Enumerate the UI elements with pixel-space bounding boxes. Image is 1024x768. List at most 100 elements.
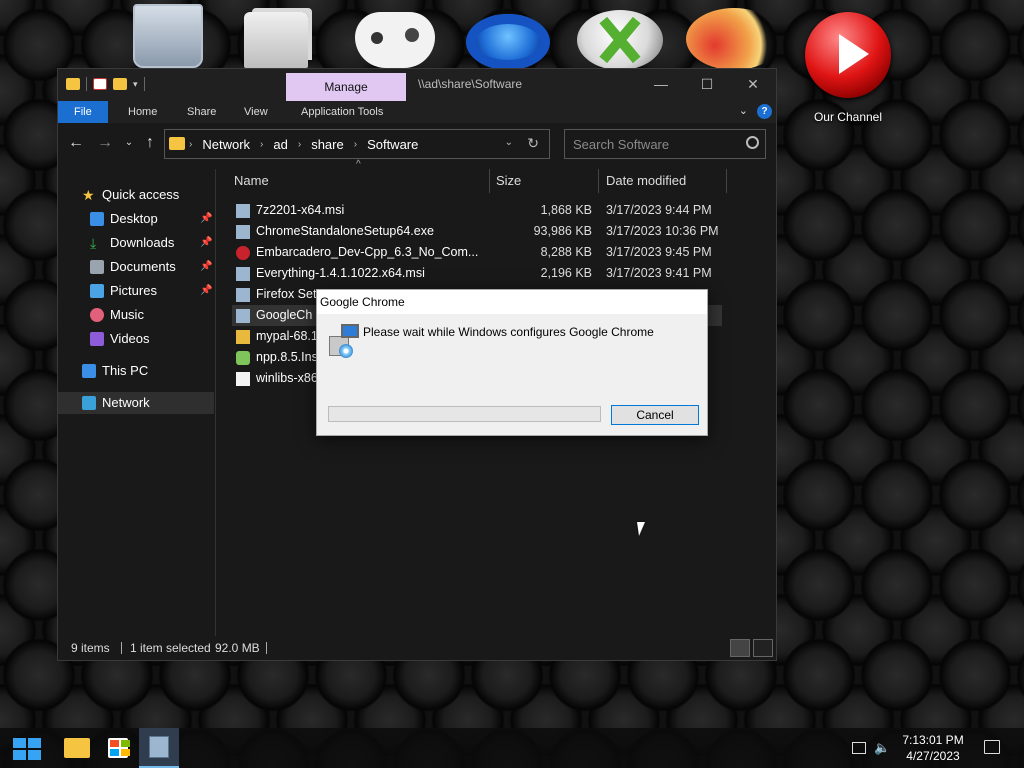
xbox-desktop-icon[interactable]	[570, 10, 670, 70]
xbox-controller-desktop-icon[interactable]	[350, 12, 440, 68]
taskbar: 🔈 7:13:01 PM 4/27/2023	[0, 728, 1024, 768]
phoenix-icon	[686, 8, 782, 70]
tab-home[interactable]: Home	[116, 101, 169, 123]
customize-toolbar-icon[interactable]: ▾	[133, 79, 138, 90]
manage-tab[interactable]: Manage	[286, 73, 406, 101]
file-name: Everything-1.4.1.1022.x64.msi	[256, 266, 425, 280]
column-divider[interactable]	[489, 169, 490, 193]
msi-icon	[236, 204, 250, 218]
quick-access-toolbar: ▾	[66, 77, 145, 91]
file-row[interactable]: Everything-1.4.1.1022.x64.msi 2,196 KB 3…	[232, 263, 722, 284]
window-title: \\ad\share\Software	[418, 77, 523, 91]
forward-arrow-icon[interactable]: →	[96, 133, 114, 153]
breadcrumb-separator-icon[interactable]: ›	[354, 139, 357, 150]
file-date: 3/17/2023 10:36 PM	[606, 224, 719, 238]
sidebar-item-label: Network	[102, 395, 150, 410]
back-arrow-icon[interactable]: ←	[67, 133, 85, 153]
breadcrumb-separator-icon[interactable]: ›	[298, 139, 301, 150]
documents-icon	[90, 260, 104, 274]
help-icon[interactable]: ?	[757, 104, 772, 119]
pin-icon[interactable]: 📌	[200, 280, 212, 302]
tab-application-tools[interactable]: Application Tools	[289, 101, 395, 123]
microsoft-store-taskbar-button[interactable]	[98, 728, 138, 768]
large-icons-view-icon[interactable]	[753, 639, 773, 657]
breadcrumb-network[interactable]: Network	[202, 137, 250, 152]
installer-taskbar-button[interactable]	[139, 728, 179, 768]
tab-view[interactable]: View	[232, 101, 280, 123]
mouse-cursor-icon	[637, 522, 655, 536]
system-clock[interactable]: 7:13:01 PM 4/27/2023	[892, 732, 974, 764]
toolbar-divider	[143, 77, 145, 91]
column-header-size[interactable]: Size	[496, 169, 521, 193]
file-row[interactable]: ChromeStandaloneSetup64.exe 93,986 KB 3/…	[232, 221, 722, 242]
sidebar-item-documents[interactable]: Documents 📌	[58, 256, 214, 278]
msi-icon	[236, 288, 250, 302]
column-divider[interactable]	[726, 169, 727, 193]
tab-share[interactable]: Share	[175, 101, 228, 123]
breadcrumb-share[interactable]: share	[311, 137, 344, 152]
properties-icon[interactable]	[93, 78, 107, 90]
sidebar-item-label: Downloads	[110, 235, 175, 250]
address-bar[interactable]: › Network › ad › share › Software ⌄ ↻	[164, 129, 550, 159]
breadcrumb-software[interactable]: Software	[367, 137, 418, 152]
column-divider[interactable]	[598, 169, 599, 193]
sidebar-item-music[interactable]: Music	[58, 304, 214, 326]
folders-icon	[244, 12, 308, 68]
sidebar-item-desktop[interactable]: Desktop 📌	[58, 208, 214, 230]
item-count: 9 items	[71, 641, 110, 655]
windows-logo-icon	[13, 738, 41, 760]
network-status-icon[interactable]	[852, 742, 866, 754]
start-button[interactable]	[0, 728, 54, 768]
file-icon	[236, 372, 250, 386]
breadcrumb-separator-icon[interactable]: ›	[260, 139, 263, 150]
file-explorer-taskbar-button[interactable]	[56, 728, 96, 768]
breadcrumb-ad[interactable]: ad	[273, 137, 287, 152]
status-bar: 9 items 1 item selected 92.0 MB	[58, 636, 776, 660]
phoenix-game-desktop-icon[interactable]	[684, 8, 784, 70]
volume-muted-icon[interactable]: 🔈	[874, 740, 890, 756]
expand-ribbon-chevron-icon[interactable]: ⌄	[739, 104, 748, 117]
minimize-button[interactable]: —	[638, 69, 684, 99]
maximize-button[interactable]: ☐	[684, 69, 730, 99]
installer-disc-shape	[339, 344, 353, 358]
new-folder-icon[interactable]	[113, 78, 127, 90]
cancel-button[interactable]: Cancel	[611, 405, 699, 425]
recycle-bin-icon	[133, 4, 203, 68]
tab-file[interactable]: File	[58, 101, 108, 123]
sidebar-item-downloads[interactable]: ⤓ Downloads 📌	[58, 232, 214, 254]
sidebar-item-this-pc[interactable]: This PC	[58, 360, 214, 382]
sidebar-item-pictures[interactable]: Pictures 📌	[58, 280, 214, 302]
sidebar-item-label: Quick access	[102, 187, 180, 202]
our-channel-desktop-icon[interactable]: Our Channel	[800, 12, 896, 124]
file-name: Embarcadero_Dev-Cpp_6.3_No_Com...	[256, 245, 479, 259]
notifications-icon[interactable]	[984, 740, 1000, 754]
search-input[interactable]	[565, 130, 765, 158]
sidebar-item-network[interactable]: Network	[58, 392, 214, 414]
up-arrow-icon[interactable]: ↑	[141, 133, 159, 153]
file-row[interactable]: 7z2201-x64.msi 1,868 KB 3/17/2023 9:44 P…	[232, 200, 722, 221]
close-button[interactable]: ✕	[730, 69, 776, 99]
folders-desktop-icon[interactable]	[236, 12, 316, 68]
dialog-title: Google Chrome	[317, 290, 707, 314]
refresh-icon[interactable]: ↻	[527, 135, 539, 152]
status-divider	[121, 642, 122, 654]
pin-icon[interactable]: 📌	[200, 232, 212, 254]
details-view-icon[interactable]	[730, 639, 750, 657]
column-header-name[interactable]: Name	[234, 169, 269, 193]
progress-bar	[328, 406, 601, 422]
installer-icon	[329, 324, 361, 358]
column-header-date-modified[interactable]: Date modified	[606, 169, 686, 193]
file-row[interactable]: Embarcadero_Dev-Cpp_6.3_No_Com... 8,288 …	[232, 242, 722, 263]
recent-locations-chevron-icon[interactable]: ⌄	[120, 133, 138, 153]
installer-screen-shape	[341, 324, 359, 338]
pin-icon[interactable]: 📌	[200, 208, 212, 230]
recycle-bin-desktop-icon[interactable]	[128, 4, 208, 68]
steam-desktop-icon[interactable]	[460, 14, 556, 70]
address-history-chevron-icon[interactable]: ⌄	[505, 137, 513, 148]
search-box[interactable]	[564, 129, 766, 159]
sidebar-item-label: Pictures	[110, 283, 157, 298]
sidebar-item-quick-access[interactable]: ★ Quick access	[58, 184, 214, 206]
sidebar-item-videos[interactable]: Videos	[58, 328, 214, 350]
clock-date: 4/27/2023	[906, 749, 960, 763]
pin-icon[interactable]: 📌	[200, 256, 212, 278]
